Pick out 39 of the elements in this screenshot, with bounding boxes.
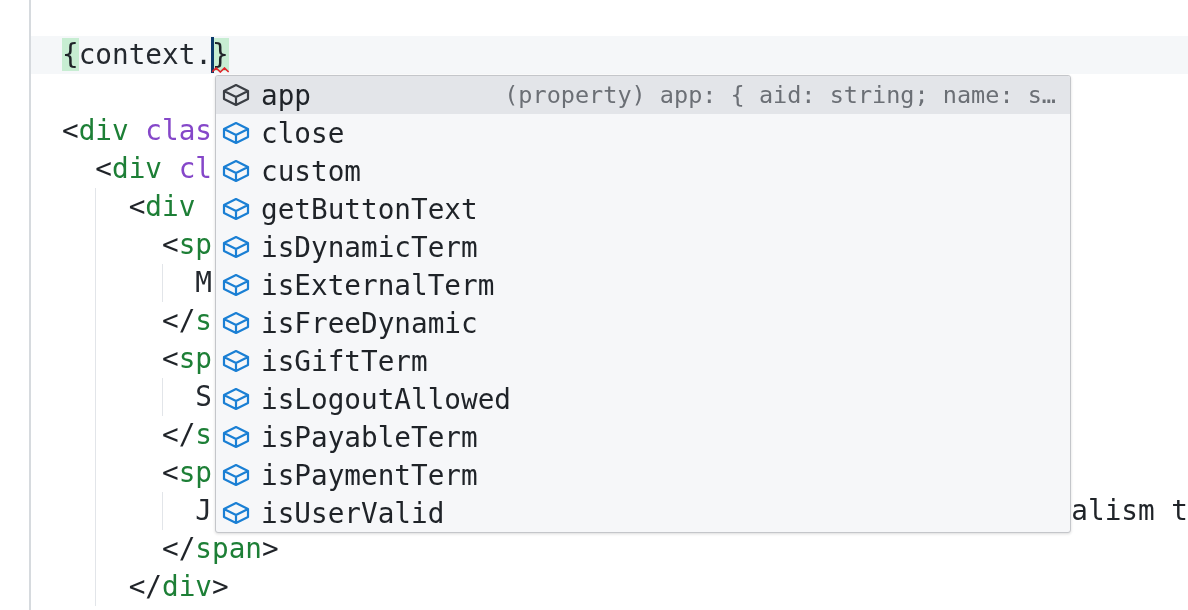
suggestion-item[interactable]: app (property) app: { aid: string; name: s… bbox=[216, 76, 1070, 114]
cube-icon bbox=[222, 273, 250, 297]
code-line: <div bbox=[128, 189, 196, 225]
cube-icon bbox=[222, 387, 250, 411]
suggestion-item[interactable]: isPayableTerm bbox=[216, 418, 1070, 456]
cube-icon bbox=[222, 121, 250, 145]
suggestion-item[interactable]: isDynamicTerm bbox=[216, 228, 1070, 266]
cube-icon bbox=[222, 425, 250, 449]
code-fragment: alism t bbox=[1071, 493, 1188, 529]
code-line: </s bbox=[162, 417, 212, 453]
code-line: <div cl bbox=[95, 151, 212, 187]
code-line: </div> bbox=[128, 569, 229, 605]
code-line: M bbox=[195, 265, 212, 301]
cube-icon bbox=[222, 349, 250, 373]
cube-icon bbox=[222, 463, 250, 487]
suggestion-item[interactable]: isUserValid bbox=[216, 494, 1070, 532]
suggestion-detail: (property) app: { aid: string; name: s… bbox=[504, 81, 1056, 109]
suggestion-item[interactable]: isPaymentTerm bbox=[216, 456, 1070, 494]
suggestion-item[interactable]: close bbox=[216, 114, 1070, 152]
code-line: <sp bbox=[162, 341, 212, 377]
cube-icon bbox=[222, 311, 250, 335]
code-line: <div clas bbox=[62, 113, 213, 149]
cube-icon bbox=[222, 197, 250, 221]
cube-icon bbox=[222, 83, 250, 107]
code-line: <sp bbox=[162, 455, 212, 491]
suggestion-item[interactable]: getButtonText bbox=[216, 190, 1070, 228]
cube-icon bbox=[222, 159, 250, 183]
suggestion-item[interactable]: isExternalTerm bbox=[216, 266, 1070, 304]
suggestion-item[interactable]: isGiftTerm bbox=[216, 342, 1070, 380]
suggestion-item[interactable]: isLogoutAllowed bbox=[216, 380, 1070, 418]
cube-icon bbox=[222, 235, 250, 259]
suggestion-item[interactable]: custom bbox=[216, 152, 1070, 190]
code-line: S bbox=[195, 379, 212, 415]
code-line: </s bbox=[162, 303, 212, 339]
suggestion-item[interactable]: isFreeDynamic bbox=[216, 304, 1070, 342]
code-line: J bbox=[195, 493, 212, 529]
code-line: <sp bbox=[162, 227, 212, 263]
code-line: </span> bbox=[162, 531, 279, 567]
cube-icon bbox=[222, 501, 250, 525]
